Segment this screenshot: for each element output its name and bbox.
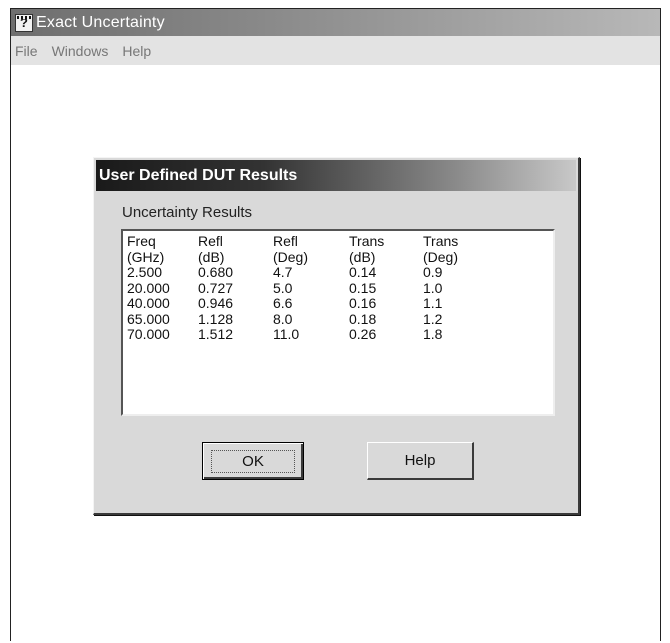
trans-deg-cell: 1.2 [423, 310, 443, 327]
refl-deg-cell: 11.0 [273, 326, 300, 342]
trans-db-cell: 0.18 [349, 310, 377, 327]
dialog-title-bar[interactable]: User Defined DUT Results [96, 160, 576, 191]
refl-deg-cell: 4.7 [273, 264, 293, 280]
header-cell: Refl [198, 233, 223, 249]
trans-db-cell: 0.26 [349, 326, 377, 342]
table-row: 20.000 0.727 5.0 0.15 1.0 [127, 279, 553, 297]
menu-bar: File Windows Help [11, 36, 660, 65]
header-cell: Trans [349, 233, 385, 249]
refl-db-cell: 1.128 [198, 310, 234, 327]
header-cell: Freq [127, 233, 156, 249]
refl-db-cell: 0.680 [198, 264, 234, 280]
header-cell: Refl [273, 233, 298, 249]
ok-button[interactable]: OK [202, 442, 304, 480]
table-row: 2.500 0.680 4.7 0.14 0.9 [127, 264, 553, 281]
trans-deg-cell: 1.1 [423, 295, 443, 311]
freq-cell: 20.000 [127, 279, 170, 296]
results-list[interactable]: Freq Refl Refl Trans Trans (GHz) (dB) (D… [121, 229, 555, 416]
unit-cell: (Deg) [423, 248, 459, 265]
unit-cell: (Deg) [273, 248, 309, 265]
refl-deg-cell: 6.6 [273, 295, 293, 311]
freq-cell: 40.000 [127, 295, 170, 311]
unit-cell: (GHz) [127, 248, 165, 265]
window-title: Exact Uncertainty [36, 13, 165, 31]
menu-help[interactable]: Help [116, 43, 157, 59]
unit-cell: (dB) [349, 248, 376, 265]
refl-deg-cell: 8.0 [273, 310, 293, 327]
table-header-row: Freq Refl Refl Trans Trans [127, 233, 553, 250]
header-cell: Trans [423, 233, 459, 249]
table-unit-row: (GHz) (dB) (Deg) (dB) (Deg) [127, 248, 553, 266]
freq-cell: 65.000 [127, 310, 170, 327]
table-row: 70.000 1.512 11.0 0.26 1.8 [127, 326, 553, 343]
trans-deg-cell: 0.9 [423, 264, 443, 280]
help-button-label: Help [404, 452, 436, 469]
unit-cell: (dB) [198, 248, 225, 265]
table-row: 40.000 0.946 6.6 0.16 1.1 [127, 295, 553, 312]
freq-cell: 70.000 [127, 326, 170, 342]
ok-button-label: OK [211, 449, 295, 473]
trans-deg-cell: 1.8 [423, 326, 443, 342]
uncertainty-results-label: Uncertainty Results [122, 204, 253, 221]
dialog-title: User Defined DUT Results [99, 166, 298, 184]
refl-db-cell: 0.727 [198, 279, 234, 296]
help-button[interactable]: Help [367, 442, 474, 480]
menu-file[interactable]: File [11, 43, 44, 59]
results-dialog: User Defined DUT Results Uncertainty Res… [93, 157, 580, 515]
trans-db-cell: 0.14 [349, 264, 377, 280]
freq-cell: 2.500 [127, 264, 163, 280]
menu-windows[interactable]: Windows [46, 43, 115, 59]
trans-db-cell: 0.15 [349, 279, 377, 296]
title-bar[interactable]: ? Exact Uncertainty [11, 9, 660, 36]
trans-deg-cell: 1.0 [423, 279, 443, 296]
table-row: 65.000 1.128 8.0 0.18 1.2 [127, 310, 553, 328]
trans-db-cell: 0.16 [349, 295, 377, 311]
refl-db-cell: 1.512 [198, 326, 234, 342]
app-icon[interactable]: ? [15, 13, 33, 32]
refl-db-cell: 0.946 [198, 295, 234, 311]
refl-deg-cell: 5.0 [273, 279, 293, 296]
